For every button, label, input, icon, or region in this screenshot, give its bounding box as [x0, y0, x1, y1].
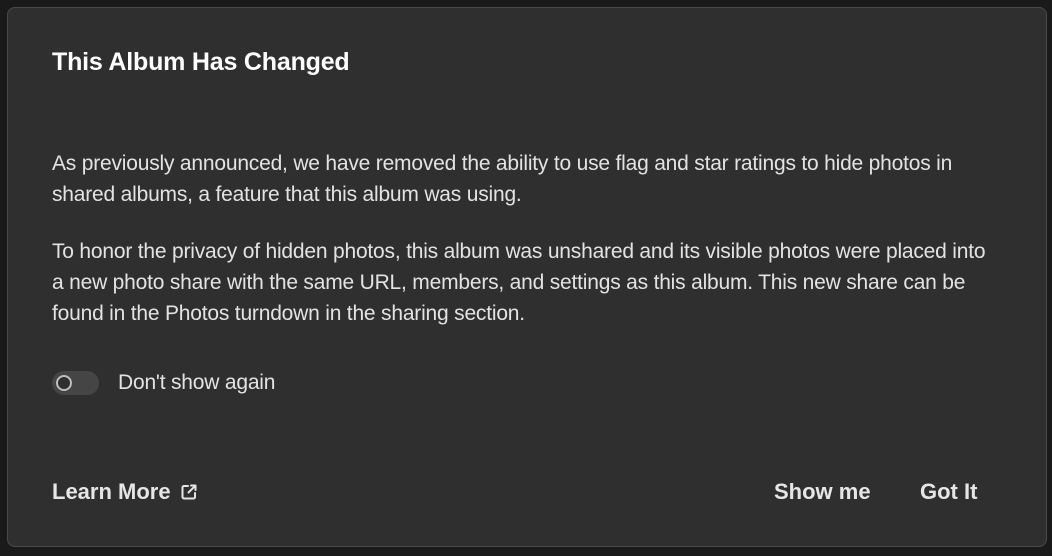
dont-show-again-toggle[interactable]: [52, 371, 99, 395]
dialog-paragraph-1: As previously announced, we have removed…: [52, 152, 953, 206]
external-link-icon: [181, 484, 197, 500]
show-me-button[interactable]: Show me: [774, 479, 871, 505]
dont-show-again-label: Don't show again: [118, 371, 276, 394]
dialog-title: This Album Has Changed: [52, 48, 350, 76]
learn-more-link[interactable]: Learn More: [52, 479, 198, 505]
dont-show-again-row: Don't show again: [52, 368, 275, 398]
learn-more-label: Learn More: [52, 479, 171, 504]
album-changed-dialog: This Album Has Changed As previously ann…: [7, 7, 1047, 547]
got-it-button[interactable]: Got It: [920, 479, 977, 505]
dialog-paragraph-2: To honor the privacy of hidden photos, t…: [52, 240, 986, 325]
toggle-knob: [56, 375, 72, 391]
